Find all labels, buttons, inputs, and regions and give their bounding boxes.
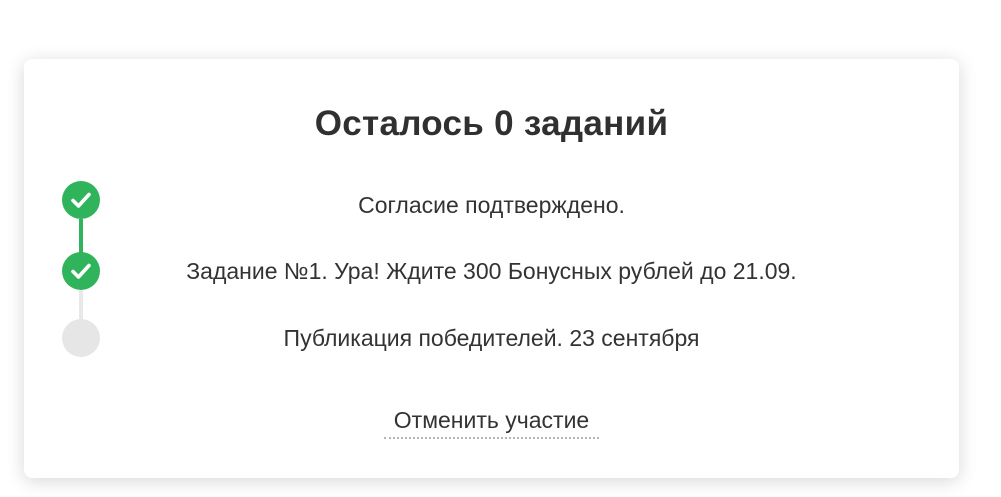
- page: Осталось 0 заданий Согласие подтверждено…: [0, 0, 1001, 497]
- step-3-label: Публикация победителей. 23 сентября: [283, 325, 700, 351]
- step-1-label: Согласие подтверждено.: [358, 192, 625, 218]
- card-title: Осталось 0 заданий: [314, 104, 669, 143]
- step-2-label: Задание №1. Ура! Ждите 300 Бонусных рубл…: [186, 258, 797, 284]
- cancel-participation-link[interactable]: Отменить участие: [384, 405, 599, 439]
- tasks-card: Осталось 0 заданий Согласие подтверждено…: [24, 59, 959, 478]
